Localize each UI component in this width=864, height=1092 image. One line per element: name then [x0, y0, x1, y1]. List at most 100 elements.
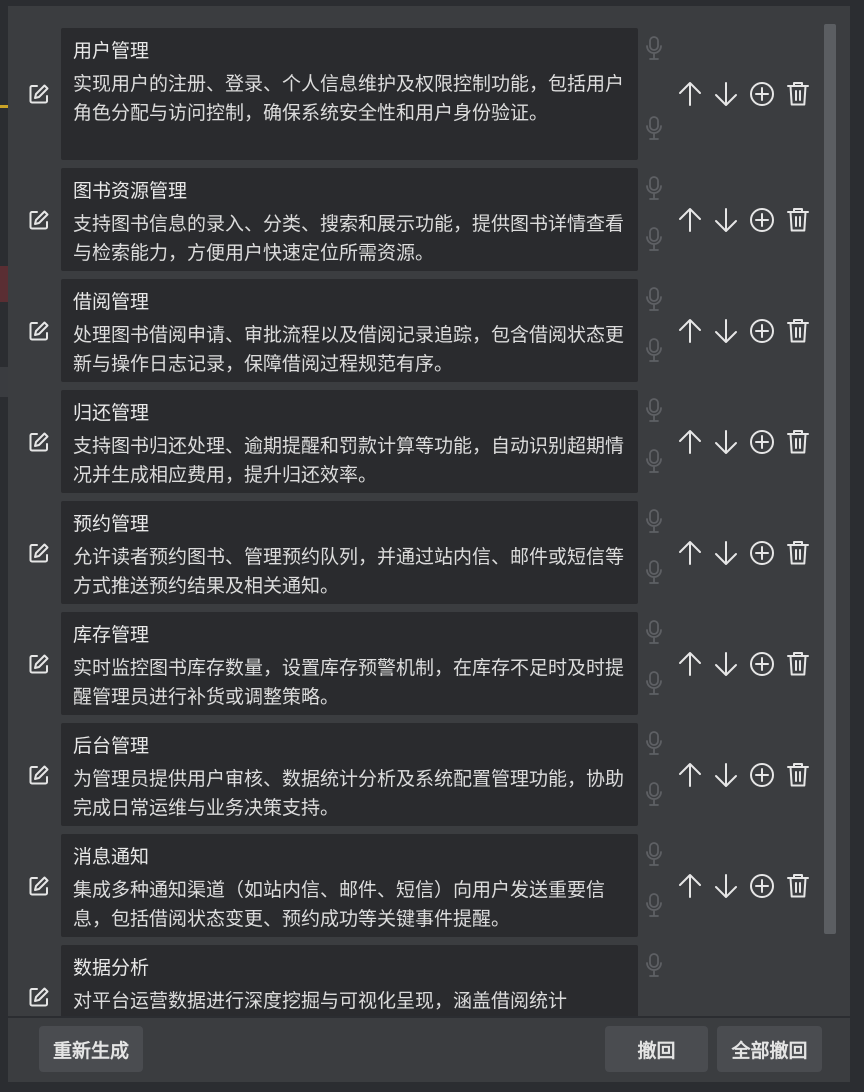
- module-card[interactable]: 数据分析 对平台运营数据进行深度挖掘与可视化呈现，涵盖借阅统计: [61, 945, 638, 1016]
- edit-icon[interactable]: [26, 429, 52, 455]
- module-card[interactable]: 后台管理 为管理员提供用户审核、数据统计分析及系统配置管理功能，协助完成日常运维…: [61, 723, 638, 826]
- trash-icon[interactable]: [783, 79, 813, 109]
- module-row: 消息通知 集成多种通知渠道（如站内信、邮件、短信）向用户发送重要信息，包括借阅状…: [8, 834, 823, 937]
- arrow-up-icon[interactable]: [675, 79, 705, 109]
- arrow-down-icon[interactable]: [711, 427, 741, 457]
- arrow-down-icon[interactable]: [711, 205, 741, 235]
- undo-all-button[interactable]: 全部撤回: [717, 1026, 822, 1072]
- undo-button[interactable]: 撤回: [605, 1026, 708, 1072]
- trash-icon[interactable]: [783, 538, 813, 568]
- row-actions: [675, 871, 825, 901]
- mic-icon[interactable]: [644, 618, 664, 646]
- mic-icon[interactable]: [644, 840, 664, 868]
- plus-circle-icon[interactable]: [747, 205, 777, 235]
- arrow-up-icon[interactable]: [675, 205, 705, 235]
- module-card[interactable]: 用户管理 实现用户的注册、登录、个人信息维护及权限控制功能，包括用户角色分配与访…: [61, 28, 638, 160]
- arrow-down-icon[interactable]: [711, 316, 741, 346]
- arrow-up-icon[interactable]: [675, 760, 705, 790]
- row-actions: [675, 79, 825, 109]
- row-actions: [675, 316, 825, 346]
- arrow-down-icon[interactable]: [711, 538, 741, 568]
- arrow-up-icon[interactable]: [675, 871, 705, 901]
- module-title: 数据分析: [73, 957, 150, 979]
- trash-icon[interactable]: [783, 427, 813, 457]
- scrollbar[interactable]: [824, 24, 836, 934]
- module-row: 借阅管理 处理图书借阅申请、审批流程以及借阅记录追踪，包含借阅状态更新与操作日志…: [8, 279, 823, 382]
- row-actions: [675, 427, 825, 457]
- edit-icon[interactable]: [26, 207, 52, 233]
- mic-icon[interactable]: [644, 891, 664, 919]
- left-accent-block-2: [0, 367, 8, 397]
- left-strip: [0, 0, 8, 1092]
- plus-circle-icon[interactable]: [747, 871, 777, 901]
- module-card[interactable]: 借阅管理 处理图书借阅申请、审批流程以及借阅记录追踪，包含借阅状态更新与操作日志…: [61, 279, 638, 382]
- arrow-up-icon[interactable]: [675, 316, 705, 346]
- arrow-up-icon[interactable]: [675, 649, 705, 679]
- mic-icon[interactable]: [644, 447, 664, 475]
- mic-icon[interactable]: [644, 225, 664, 253]
- module-card[interactable]: 归还管理 支持图书归还处理、逾期提醒和罚款计算等功能，自动识别超期情况并生成相应…: [61, 390, 638, 493]
- module-card[interactable]: 预约管理 允许读者预约图书、管理预约队列，并通过站内信、邮件或短信等方式推送预约…: [61, 501, 638, 604]
- row-actions: [675, 649, 825, 679]
- mic-icon[interactable]: [644, 285, 664, 313]
- module-title: 预约管理: [73, 513, 150, 535]
- mic-icon[interactable]: [644, 507, 664, 535]
- mic-icon[interactable]: [644, 729, 664, 757]
- plus-circle-icon[interactable]: [747, 427, 777, 457]
- module-description: 实时监控图书库存数量，设置库存预警机制，在库存不足时及时提醒管理员进行补货或调整…: [73, 657, 625, 708]
- mic-icon[interactable]: [644, 951, 664, 979]
- edit-icon[interactable]: [26, 81, 52, 107]
- module-row: 数据分析 对平台运营数据进行深度挖掘与可视化呈现，涵盖借阅统计: [8, 945, 823, 1016]
- module-description: 支持图书信息的录入、分类、搜索和展示功能，提供图书详情查看与检索能力，方便用户快…: [73, 213, 625, 264]
- mic-icon[interactable]: [644, 34, 664, 62]
- edit-icon[interactable]: [26, 318, 52, 344]
- left-accent-block: [0, 266, 8, 302]
- trash-icon[interactable]: [783, 760, 813, 790]
- module-title: 库存管理: [73, 624, 150, 646]
- module-row: 用户管理 实现用户的注册、登录、个人信息维护及权限控制功能，包括用户角色分配与访…: [8, 28, 823, 160]
- arrow-down-icon[interactable]: [711, 871, 741, 901]
- regenerate-button[interactable]: 重新生成: [39, 1026, 143, 1072]
- arrow-up-icon[interactable]: [675, 427, 705, 457]
- module-row: 预约管理 允许读者预约图书、管理预约队列，并通过站内信、邮件或短信等方式推送预约…: [8, 501, 823, 604]
- module-card[interactable]: 消息通知 集成多种通知渠道（如站内信、邮件、短信）向用户发送重要信息，包括借阅状…: [61, 834, 638, 937]
- plus-circle-icon[interactable]: [747, 760, 777, 790]
- mic-icon[interactable]: [644, 114, 664, 142]
- edit-icon[interactable]: [26, 540, 52, 566]
- trash-icon[interactable]: [783, 205, 813, 235]
- row-actions: [675, 760, 825, 790]
- edit-icon[interactable]: [26, 984, 52, 1010]
- module-title: 消息通知: [73, 846, 150, 868]
- module-row: 归还管理 支持图书归还处理、逾期提醒和罚款计算等功能，自动识别超期情况并生成相应…: [8, 390, 823, 493]
- mic-icon[interactable]: [644, 336, 664, 364]
- mic-icon[interactable]: [644, 396, 664, 424]
- module-description: 为管理员提供用户审核、数据统计分析及系统配置管理功能，协助完成日常运维与业务决策…: [73, 768, 625, 819]
- trash-icon[interactable]: [783, 316, 813, 346]
- mic-icon[interactable]: [644, 780, 664, 808]
- module-row: 图书资源管理 支持图书信息的录入、分类、搜索和展示功能，提供图书详情查看与检索能…: [8, 168, 823, 271]
- module-title: 归还管理: [73, 402, 150, 424]
- trash-icon[interactable]: [783, 649, 813, 679]
- module-title: 借阅管理: [73, 291, 150, 313]
- plus-circle-icon[interactable]: [747, 316, 777, 346]
- plus-circle-icon[interactable]: [747, 538, 777, 568]
- arrow-down-icon[interactable]: [711, 760, 741, 790]
- edit-icon[interactable]: [26, 651, 52, 677]
- edit-icon[interactable]: [26, 762, 52, 788]
- plus-circle-icon[interactable]: [747, 79, 777, 109]
- mic-icon[interactable]: [644, 669, 664, 697]
- arrow-up-icon[interactable]: [675, 538, 705, 568]
- module-description: 支持图书归还处理、逾期提醒和罚款计算等功能，自动识别超期情况并生成相应费用，提升…: [73, 435, 625, 486]
- left-accent-line: [0, 105, 8, 108]
- mic-icon[interactable]: [644, 174, 664, 202]
- trash-icon[interactable]: [783, 871, 813, 901]
- module-card[interactable]: 库存管理 实时监控图书库存数量，设置库存预警机制，在库存不足时及时提醒管理员进行…: [61, 612, 638, 715]
- plus-circle-icon[interactable]: [747, 649, 777, 679]
- module-title: 图书资源管理: [73, 180, 188, 202]
- arrow-down-icon[interactable]: [711, 79, 741, 109]
- edit-icon[interactable]: [26, 873, 52, 899]
- arrow-down-icon[interactable]: [711, 649, 741, 679]
- mic-icon[interactable]: [644, 558, 664, 586]
- module-card[interactable]: 图书资源管理 支持图书信息的录入、分类、搜索和展示功能，提供图书详情查看与检索能…: [61, 168, 638, 271]
- module-row: 库存管理 实时监控图书库存数量，设置库存预警机制，在库存不足时及时提醒管理员进行…: [8, 612, 823, 715]
